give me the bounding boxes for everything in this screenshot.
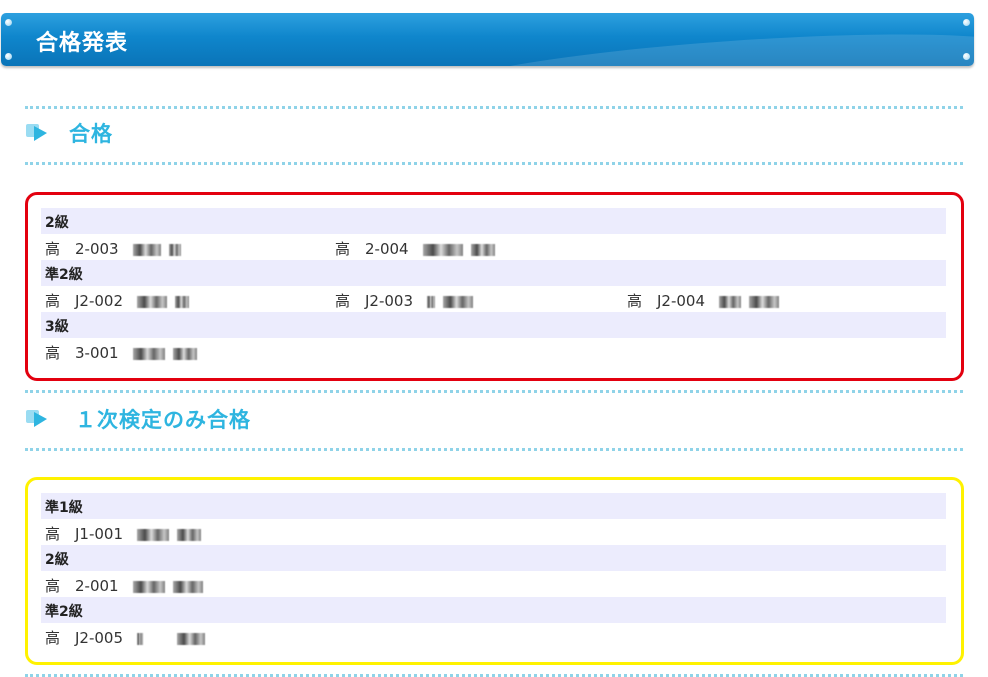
redacted-name xyxy=(137,293,197,311)
grade-label: 2級 xyxy=(45,215,69,231)
redacted-name xyxy=(422,241,503,259)
rivet-icon xyxy=(963,19,970,26)
rivet-icon xyxy=(963,53,970,60)
section-title: １次検定のみ合格 xyxy=(75,408,251,432)
grade-header: 3級 xyxy=(41,312,946,338)
section-title: 合格 xyxy=(69,122,113,146)
list-item: 高 2-001 xyxy=(45,575,211,596)
page-header-banner: 合格発表 xyxy=(1,13,974,66)
redacted-name xyxy=(137,526,209,544)
table-row: 高 J2-002 高 J2-003 高 J2-004 xyxy=(41,286,946,312)
table-row: 高 2-003 高 2-004 xyxy=(41,234,946,260)
list-item: 高 J1-001 xyxy=(45,523,209,544)
page-title: 合格発表 xyxy=(36,31,129,56)
grade-header: 準2級 xyxy=(41,597,946,623)
section-divider xyxy=(25,448,963,451)
redacted-name xyxy=(132,241,189,259)
grade-header: 2級 xyxy=(41,208,946,234)
bullet-icon xyxy=(26,124,47,141)
list-item: 高 J2-005 xyxy=(45,627,213,648)
rivet-icon xyxy=(5,53,12,60)
list-item: 高 2-003 xyxy=(45,238,189,259)
grade-label: 準2級 xyxy=(45,604,83,620)
grade-label: 3級 xyxy=(45,319,69,335)
section-divider xyxy=(25,162,963,165)
first-stage-results-box: 準1級 高 J1-001 2級 高 2-001 準2級 高 J2-005 xyxy=(25,477,964,665)
redacted-name xyxy=(719,293,787,311)
table-row: 高 2-001 xyxy=(41,571,946,597)
list-item: 高 J2-002 xyxy=(45,290,197,311)
rivet-icon xyxy=(5,19,12,26)
grade-header: 準2級 xyxy=(41,260,946,286)
table-row: 高 3-001 xyxy=(41,338,946,364)
section-divider xyxy=(25,106,963,109)
list-item: 高 2-004 xyxy=(335,238,503,259)
table-row: 高 J1-001 xyxy=(41,519,946,545)
table-row: 高 J2-005 xyxy=(41,623,946,649)
section-divider xyxy=(25,390,963,393)
list-item: 高 J2-003 xyxy=(335,290,481,311)
redacted-name xyxy=(427,293,481,311)
grade-label: 2級 xyxy=(45,552,69,568)
passed-results-box: 2級 高 2-003 高 2-004 準2級 高 J2-002 高 J2-003 高 J2… xyxy=(25,192,964,381)
grade-header: 2級 xyxy=(41,545,946,571)
grade-label: 準1級 xyxy=(45,500,83,516)
redacted-name xyxy=(132,578,211,596)
redacted-name xyxy=(132,345,205,363)
list-item: 高 3-001 xyxy=(45,342,205,363)
grade-label: 準2級 xyxy=(45,267,83,283)
list-item: 高 J2-004 xyxy=(627,290,787,311)
grade-header: 準1級 xyxy=(41,493,946,519)
bullet-icon xyxy=(26,410,47,427)
redacted-name xyxy=(137,630,213,648)
